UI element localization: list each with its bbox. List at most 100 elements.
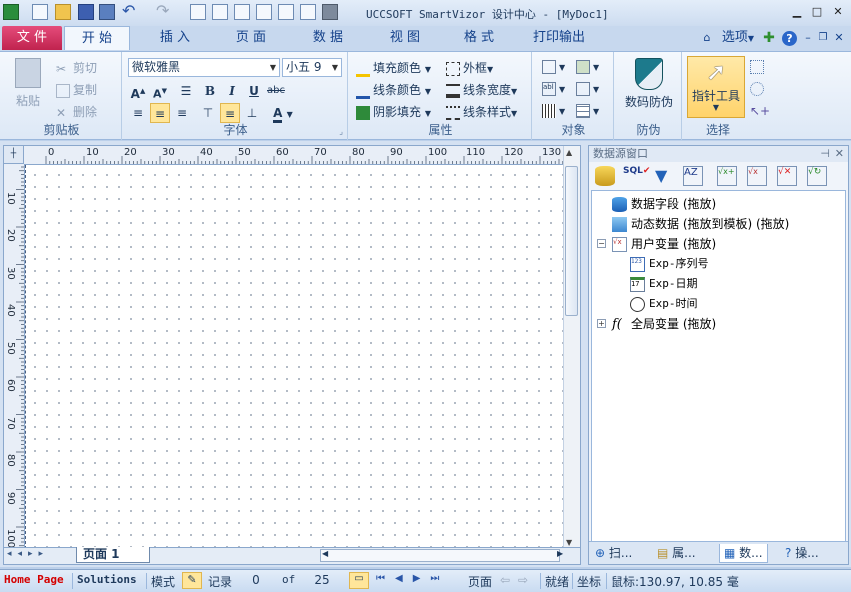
ruler-corner[interactable]: ┼ — [4, 146, 24, 164]
image-object-button[interactable]: ▼ — [576, 59, 599, 74]
page-view-icon[interactable]: ▭ — [349, 572, 369, 589]
redo-icon[interactable]: ↷ — [156, 3, 172, 20]
scroll-down-icon[interactable]: ▼ — [566, 538, 572, 547]
collapse-user-var-icon[interactable]: − — [597, 239, 606, 248]
tab-ops[interactable]: ? 操... — [785, 544, 819, 562]
vertical-scrollbar[interactable]: ▲ ▼ — [563, 146, 580, 549]
copy-button[interactable]: 复制 — [56, 81, 97, 98]
select-add-icon[interactable]: ↖+ — [750, 104, 770, 118]
tab-view[interactable]: 视 图 — [380, 26, 430, 50]
scroll-right-icon[interactable]: ▶ — [557, 549, 563, 558]
tree-item-exp-time[interactable]: Exp-时间 — [630, 295, 698, 312]
panel-close-icon[interactable]: ✕ — [835, 146, 844, 162]
barcode-object-button[interactable]: ▼ — [542, 103, 565, 118]
shadow-fill-button[interactable]: 阴影填充 ▼ — [356, 103, 431, 120]
tab-insert[interactable]: 插 入 — [150, 26, 200, 50]
open-folder-icon[interactable] — [55, 4, 71, 20]
grow-font-icon[interactable]: A▲ — [128, 81, 148, 101]
align-top-icon[interactable]: ⊤ — [198, 103, 218, 123]
page-tab-1[interactable]: 页面 1 — [76, 547, 150, 563]
solutions-link[interactable]: Solutions — [77, 573, 137, 586]
tree-item-exp-serial[interactable]: 123 Exp-序列号 — [630, 255, 709, 272]
close-button[interactable]: ✕ — [828, 4, 848, 20]
collapse-ribbon-icon[interactable]: ⌂ — [700, 26, 714, 50]
page-nav-icons[interactable]: ◂◂▸▸ — [7, 549, 49, 559]
tree-item-dynamic-data[interactable]: 动态数据 (拖放到模板) (拖放) — [612, 215, 789, 232]
sort-az-icon[interactable]: AZ — [683, 166, 703, 186]
field-object-button[interactable]: abl ▼ — [542, 81, 565, 96]
tab-data-active[interactable]: ▦ 数... — [719, 544, 768, 563]
align-middle-icon[interactable]: ≡ — [220, 103, 240, 123]
cut-button[interactable]: ✂ 剪切 — [56, 59, 97, 76]
code-protect-button[interactable]: 数码防伪 — [618, 58, 680, 110]
tree-item-exp-date[interactable]: 17 Exp-日期 — [630, 275, 698, 292]
preview-icon[interactable] — [212, 4, 228, 20]
tab-home[interactable]: 开 始 — [64, 26, 130, 50]
pointer-tool-button[interactable]: ➚ 指针工具 ▼ — [687, 56, 745, 118]
select-grid-icon[interactable] — [750, 60, 764, 74]
save-icon[interactable] — [78, 4, 94, 20]
line-style-button[interactable]: 线条样式▼ — [446, 103, 517, 120]
pin-icon[interactable]: ⊣ — [820, 146, 830, 162]
home-page-link[interactable]: Home Page — [4, 573, 64, 586]
sql-icon[interactable]: SQL✔ — [623, 166, 650, 186]
maximize-button[interactable]: □ — [807, 4, 827, 20]
bold-icon[interactable]: B — [200, 81, 220, 101]
italic-icon[interactable]: I — [222, 81, 242, 101]
font-family-select[interactable]: 微软雅黑 ▼ — [128, 58, 280, 77]
plugin-icon[interactable]: ✚ — [760, 26, 778, 50]
refresh-variable-icon[interactable]: √↻ — [807, 166, 827, 186]
vertical-scroll-thumb[interactable] — [565, 166, 578, 316]
copy-page-icon[interactable] — [278, 4, 294, 20]
line-width-button[interactable]: 线条宽度▼ — [446, 81, 517, 98]
paste-button[interactable]: 粘贴 — [8, 58, 48, 109]
page-setup-icon[interactable] — [190, 4, 206, 20]
database-icon[interactable] — [595, 166, 615, 186]
tab-scan[interactable]: ⊕ 扫... — [595, 544, 632, 562]
undo-icon[interactable]: ↶ — [122, 3, 138, 20]
doc-minimize-button[interactable]: – — [801, 26, 815, 50]
lasso-select-icon[interactable] — [750, 82, 764, 96]
tab-file[interactable]: 文 件 — [2, 26, 62, 50]
record-nav-icons[interactable]: ⏮◀▶⏭ — [376, 573, 449, 584]
print-preview-icon[interactable] — [300, 4, 316, 20]
doc-close-button[interactable]: ✕ — [832, 26, 846, 50]
shape-object-button[interactable]: ▼ — [576, 81, 599, 96]
underline-icon[interactable]: U — [244, 81, 264, 101]
text-object-button[interactable]: ▼ — [542, 59, 565, 74]
table-object-button[interactable]: ▼ — [576, 103, 599, 118]
edit-mode-icon[interactable]: ✎ — [182, 572, 202, 589]
doc-restore-button[interactable]: ❐ — [816, 26, 830, 50]
help-icon[interactable]: ? — [782, 31, 797, 46]
shrink-font-icon[interactable]: A▼ — [150, 81, 170, 101]
design-canvas[interactable] — [25, 165, 568, 549]
expand-global-var-icon[interactable]: + — [597, 319, 606, 328]
scroll-up-icon[interactable]: ▲ — [566, 148, 572, 157]
list-icon[interactable]: ☰ — [176, 81, 196, 101]
delete-button[interactable]: ✕ 删除 — [56, 103, 97, 120]
options-menu[interactable]: 选项▼ — [718, 26, 758, 50]
align-left-icon[interactable]: ≡ — [128, 103, 148, 123]
settings-icon[interactable] — [234, 4, 250, 20]
fill-color-button[interactable]: 填充颜色 ▼ — [356, 59, 431, 77]
record-number[interactable]: 0 — [236, 573, 276, 587]
print-icon[interactable] — [322, 4, 338, 20]
border-button[interactable]: 外框▼ — [446, 59, 493, 76]
filter-icon[interactable]: ▼ — [655, 166, 675, 186]
tab-format[interactable]: 格 式 — [454, 26, 504, 50]
edit-variable-icon[interactable]: √x — [747, 166, 767, 186]
font-size-select[interactable]: 小五 9 ▼ — [282, 58, 342, 77]
tab-page[interactable]: 页 面 — [226, 26, 276, 50]
new-document-icon[interactable] — [32, 4, 48, 20]
save-as-icon[interactable] — [99, 4, 115, 20]
line-color-button[interactable]: 线条颜色 ▼ — [356, 81, 431, 99]
strikethrough-icon[interactable]: abc — [266, 81, 286, 101]
delete-variable-icon[interactable]: √✕ — [777, 166, 797, 186]
tree-item-global-var[interactable]: f(全局变量 (拖放) — [612, 315, 716, 332]
scroll-left-icon[interactable]: ◀ — [322, 549, 328, 558]
tree-item-user-var[interactable]: √x 用户变量 (拖放) — [612, 235, 716, 252]
font-dialog-launcher-icon[interactable]: ⌟ — [339, 127, 343, 136]
tree-item-data-field[interactable]: 数据字段 (拖放) — [612, 195, 716, 212]
template-icon[interactable] — [256, 4, 272, 20]
history-nav-icons[interactable]: ⇦⇨ — [500, 573, 536, 587]
